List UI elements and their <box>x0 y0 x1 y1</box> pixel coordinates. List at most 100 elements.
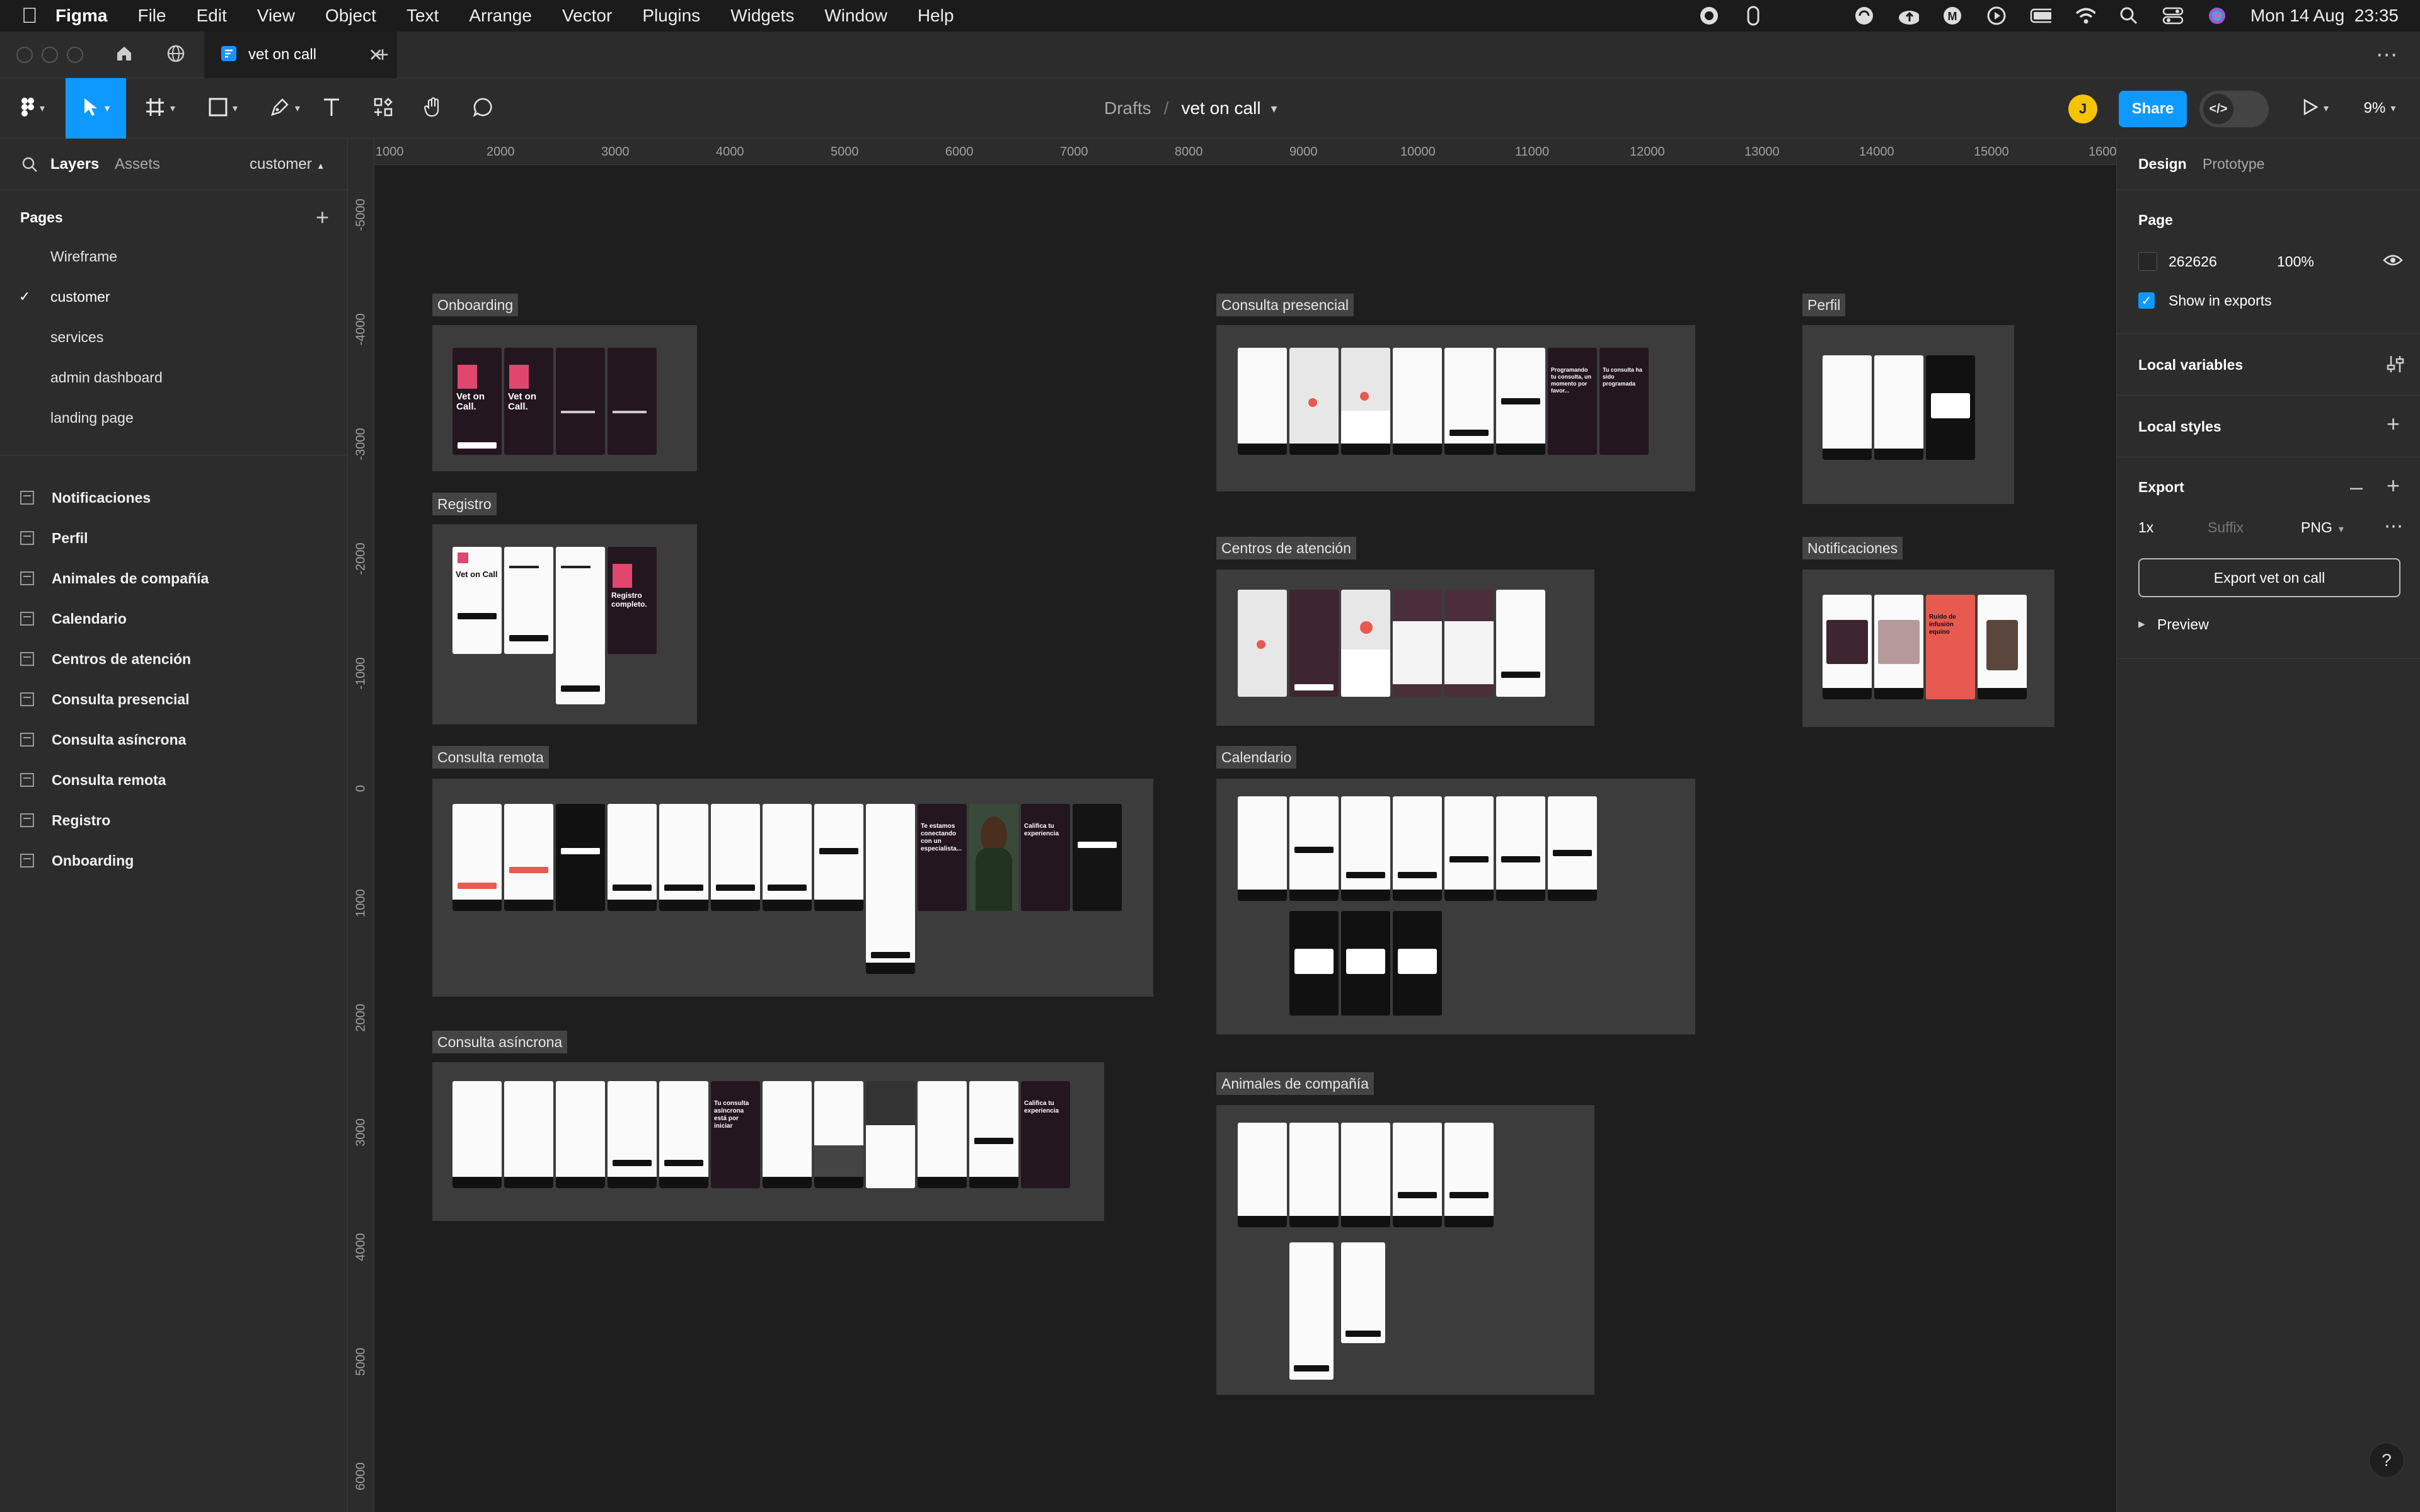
screen-frame[interactable]: Registro completo. <box>608 547 657 654</box>
section-perfil[interactable] <box>1802 325 2014 504</box>
menu-clock[interactable]: Mon 14 Aug 23:35 <box>2250 6 2399 26</box>
chevron-right-icon[interactable]: ▶ <box>2138 619 2145 629</box>
page-color-swatch[interactable] <box>2138 252 2157 271</box>
calendar-screen[interactable] <box>1444 348 1494 455</box>
screen-frame[interactable] <box>1073 804 1122 911</box>
screen-frame[interactable] <box>1444 1123 1494 1227</box>
screen-frame[interactable] <box>1874 355 1923 460</box>
screen-frame[interactable] <box>1341 1123 1390 1227</box>
new-tab-button[interactable]: + <box>363 32 402 78</box>
screen-frame[interactable]: Programando tu consulta, un momento por … <box>1548 348 1597 455</box>
resources-tool-button[interactable] <box>366 78 401 139</box>
design-canvas[interactable]: Onboarding Vet on Call. Vet on Call. Reg… <box>374 165 2116 1512</box>
calendar-screen[interactable] <box>1393 796 1442 901</box>
sync-icon[interactable] <box>1853 5 1875 26</box>
page-item-services[interactable]: services <box>0 317 348 357</box>
eye-icon[interactable] <box>2383 253 2403 271</box>
help-button[interactable]: ? <box>2369 1443 2404 1478</box>
section-consulta-remota[interactable]: Te estamos conectando con un especialist… <box>432 779 1153 997</box>
wifi-icon[interactable] <box>2074 5 2095 26</box>
avatar[interactable]: J <box>2068 94 2097 123</box>
tab-assets[interactable]: Assets <box>115 156 160 173</box>
section-label-calendario[interactable]: Calendario <box>1216 746 1297 769</box>
menu-app-name[interactable]: Figma <box>55 6 107 26</box>
export-format-select[interactable]: PNG ▾ <box>2301 519 2344 536</box>
screen-frame[interactable]: Ruido de infusión equino <box>1926 595 1975 699</box>
section-animales-de-compania[interactable] <box>1216 1105 1594 1395</box>
breadcrumb-drafts[interactable]: Drafts <box>1104 98 1151 118</box>
layer-row[interactable]: Registro <box>0 800 348 840</box>
form-screen[interactable] <box>1289 1242 1334 1380</box>
screen-frame[interactable]: Tu consulta asíncrona está por iniciar <box>711 1081 760 1188</box>
map-screen[interactable] <box>1238 590 1287 697</box>
section-label-animales-de-compania[interactable]: Animales de compañía <box>1216 1072 1374 1095</box>
spotlight-search-icon[interactable] <box>2118 5 2140 26</box>
screen-frame[interactable] <box>556 348 605 455</box>
layer-row[interactable]: Perfil <box>0 518 348 558</box>
home-tab[interactable] <box>101 32 147 78</box>
screen-frame[interactable] <box>1289 796 1339 901</box>
section-label-consulta-remota[interactable]: Consulta remota <box>432 746 549 769</box>
layer-row[interactable]: Consulta remota <box>0 760 348 800</box>
menu-arrange[interactable]: Arrange <box>469 6 532 26</box>
layer-row[interactable]: Calendario <box>0 598 348 639</box>
layer-row[interactable]: Onboarding <box>0 840 348 881</box>
screen-frame[interactable] <box>452 804 502 911</box>
screen-frame[interactable] <box>1238 348 1287 455</box>
section-label-perfil[interactable]: Perfil <box>1802 294 1846 316</box>
page-item-wireframe[interactable]: Wireframe <box>0 236 348 277</box>
file-name-title[interactable]: vet on call <box>1181 98 1260 118</box>
page-opacity[interactable]: 100% <box>2277 253 2314 270</box>
chevron-down-icon[interactable]: ▾ <box>1271 101 1277 117</box>
layer-row[interactable]: Consulta presencial <box>0 679 348 719</box>
screen-frame[interactable]: Califica tu experiencia <box>1021 804 1070 911</box>
play-circle-icon[interactable] <box>1986 5 2007 26</box>
screen-frame[interactable] <box>814 1081 863 1188</box>
add-export-icon[interactable]: + <box>2387 472 2400 499</box>
export-settings-icon[interactable]: ⋯ <box>2384 515 2403 537</box>
tab-layers[interactable]: Layers <box>50 156 99 173</box>
page-item-landing-page[interactable]: landing page <box>0 398 348 438</box>
screen-frame[interactable] <box>504 804 553 911</box>
screen-frame[interactable] <box>1393 1123 1442 1227</box>
section-label-registro[interactable]: Registro <box>432 493 497 515</box>
hand-tool-button[interactable] <box>416 78 451 139</box>
screen-frame[interactable] <box>866 1081 915 1188</box>
community-tab[interactable] <box>153 32 199 78</box>
modal-screen[interactable] <box>1926 355 1975 460</box>
map-screen[interactable] <box>1341 348 1390 455</box>
layer-row[interactable]: Animales de compañía <box>0 558 348 598</box>
layers-search-icon[interactable] <box>21 156 38 177</box>
screen-frame[interactable] <box>504 1081 553 1188</box>
screen-frame[interactable]: Tu consulta ha sido programada <box>1599 348 1649 455</box>
screen-frame[interactable]: Vet on Call <box>452 547 502 654</box>
section-label-consulta-asincrona[interactable]: Consulta asíncrona <box>432 1031 568 1053</box>
section-calendario[interactable] <box>1216 779 1695 1034</box>
tab-prototype[interactable]: Prototype <box>2203 156 2264 173</box>
window-minimize-button[interactable] <box>42 47 58 63</box>
screen-frame[interactable] <box>1341 796 1390 901</box>
screen-frame[interactable] <box>1496 796 1545 901</box>
menu-edit[interactable]: Edit <box>197 6 227 26</box>
variables-icon[interactable] <box>2387 354 2404 378</box>
screen-frame[interactable] <box>1496 348 1545 455</box>
creative-cloud-icon[interactable] <box>1698 5 1720 26</box>
map-screen[interactable] <box>1289 348 1339 455</box>
dev-mode-toggle[interactable]: </> <box>2199 91 2269 127</box>
screen-frame[interactable] <box>556 804 605 911</box>
screen-frame[interactable] <box>1823 355 1872 460</box>
add-page-icon[interactable]: + <box>316 204 329 231</box>
screen-frame[interactable] <box>969 1081 1018 1188</box>
present-button[interactable]: ▾ <box>2290 78 2341 139</box>
section-onboarding[interactable]: Vet on Call. Vet on Call. <box>432 325 697 471</box>
section-label-consulta-presencial[interactable]: Consulta presencial <box>1216 294 1354 316</box>
export-scale[interactable]: 1x <box>2138 519 2153 536</box>
screen-frame[interactable]: Te estamos conectando con un especialist… <box>918 804 967 911</box>
zoom-menu[interactable]: 9% ▾ <box>2348 78 2411 139</box>
screen-frame[interactable] <box>608 804 657 911</box>
window-zoom-button[interactable] <box>67 47 83 63</box>
more-menu-button[interactable]: ⋯ <box>2367 32 2406 78</box>
calendar-screen[interactable] <box>1238 796 1287 901</box>
screen-frame[interactable] <box>1289 1123 1339 1227</box>
screen-frame[interactable] <box>608 348 657 455</box>
